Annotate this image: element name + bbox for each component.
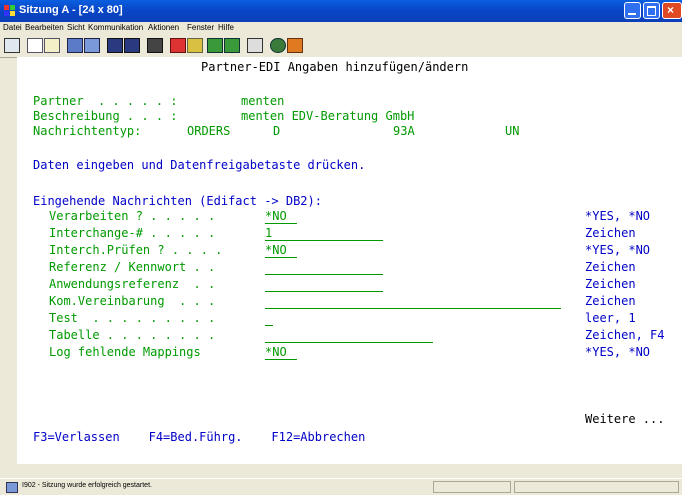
menu-fenster[interactable]: Fenster (187, 23, 214, 32)
copy-icon[interactable] (27, 38, 43, 53)
macro-icon[interactable] (147, 38, 163, 53)
field-label-test: Test . . . . . . . . . (49, 311, 216, 325)
toolbar (0, 35, 682, 58)
field-hint-verarbeiten: *YES, *NO (585, 209, 651, 223)
nachrichtentyp-label: Nachrichtentyp: (33, 124, 142, 138)
close-icon: × (667, 3, 675, 17)
clipboard-icon[interactable] (247, 38, 263, 53)
beschreibung-value: menten EDV-Beratung GmbH (241, 109, 415, 123)
partner-value: menten (241, 94, 285, 108)
function-keys: F3=Verlassen F4=Bed.Führg. F12=Abbrechen (33, 430, 366, 444)
section-title: Eingehende Nachrichten (Edifact -> DB2): (33, 194, 322, 208)
field-label-anwendungsreferenz: Anwendungsreferenz . . (49, 277, 216, 291)
field-hint-referenz: Zeichen (585, 260, 636, 274)
display-icon[interactable] (107, 38, 123, 53)
menu-hilfe[interactable]: Hilfe (218, 23, 234, 32)
menu-bar: Datei Bearbeiten Sicht Kommunikation Akt… (0, 22, 682, 35)
menu-datei[interactable]: Datei (3, 23, 22, 32)
print-icon[interactable] (4, 38, 20, 53)
menu-sicht[interactable]: Sicht (67, 23, 85, 32)
field-label-interchange: Interchange-# . . . . . (49, 226, 216, 240)
close-button[interactable]: × (662, 2, 682, 19)
field-label-interch-pruefen: Interch.Prüfen ? . . . . (49, 243, 223, 257)
status-pane-1 (433, 481, 511, 493)
field-hint-test: leer, 1 (585, 311, 636, 325)
field-hint-tabelle: Zeichen, F4 (585, 328, 665, 342)
record-icon[interactable] (170, 38, 186, 53)
interch-pruefen-input[interactable]: *NO (265, 243, 297, 258)
field-label-kom-vereinbarung: Kom.Vereinbarung . . . (49, 294, 216, 308)
more-indicator: Weitere ... (585, 412, 665, 426)
partner-label: Partner . . . . . : (33, 94, 178, 108)
field-hint-interch-pruefen: *YES, *NO (585, 243, 651, 257)
terminal-screen[interactable]: Partner-EDI Angaben hinzufügen/ändern Pa… (17, 57, 682, 464)
menu-bearbeiten[interactable]: Bearbeiten (25, 23, 64, 32)
pencil-icon[interactable] (287, 38, 303, 53)
nachrichtentyp-93a: 93A (393, 124, 415, 138)
screen-heading: Partner-EDI Angaben hinzufügen/ändern (201, 60, 469, 74)
minimize-icon (628, 13, 636, 15)
status-pane-2 (514, 481, 679, 493)
edit-icon[interactable] (224, 38, 240, 53)
anwendungsreferenz-input[interactable] (265, 277, 383, 292)
paste-icon[interactable] (44, 38, 60, 53)
nachrichtentyp-d: D (273, 124, 281, 138)
tabelle-input[interactable] (265, 328, 433, 343)
field-label-referenz: Referenz / Kennwort . . (49, 260, 216, 274)
nachrichtentyp-un: UN (505, 124, 520, 138)
receive-icon[interactable] (84, 38, 100, 53)
menu-kommunikation[interactable]: Kommunikation (88, 23, 143, 32)
menu-aktionen[interactable]: Aktionen (148, 23, 179, 32)
field-hint-interchange: Zeichen (585, 226, 636, 240)
window-title: Sitzung A - [24 x 80] (19, 4, 123, 16)
field-hint-kom-vereinbarung: Zeichen (585, 294, 636, 308)
color-icon[interactable] (270, 38, 286, 53)
send-icon[interactable] (67, 38, 83, 53)
kom-vereinbarung-input[interactable] (265, 294, 561, 309)
field-label-verarbeiten: Verarbeiten ? . . . . . (49, 209, 216, 223)
status-icon (6, 482, 18, 493)
nachrichtentyp-orders: ORDERS (187, 124, 231, 138)
minimize-button[interactable] (624, 2, 641, 19)
field-hint-log-mappings: *YES, *NO (585, 345, 651, 359)
log-mappings-input[interactable]: *NO (265, 345, 297, 360)
title-bar: Sitzung A - [24 x 80] × (0, 0, 682, 22)
maximize-button[interactable] (643, 2, 660, 19)
test-input[interactable] (265, 311, 273, 326)
status-bar: I902 - Sitzung wurde erfolgreich gestart… (0, 478, 682, 495)
instruction-text: Daten eingeben und Datenfreigabetaste dr… (33, 158, 366, 172)
interchange-input[interactable]: 1 (265, 226, 383, 241)
field-label-log-mappings: Log fehlende Mappings (49, 345, 201, 359)
play-icon[interactable] (187, 38, 203, 53)
field-hint-anwendungsreferenz: Zeichen (585, 277, 636, 291)
session-icon (4, 5, 15, 16)
beschreibung-label: Beschreibung . . . : (33, 109, 178, 123)
verarbeiten-input[interactable]: *NO (265, 209, 297, 224)
keypad-icon[interactable] (124, 38, 140, 53)
field-label-tabelle: Tabelle . . . . . . . . (49, 328, 216, 342)
maximize-icon (647, 6, 656, 16)
referenz-input[interactable] (265, 260, 383, 275)
status-message: I902 - Sitzung wurde erfolgreich gestart… (22, 482, 152, 489)
stop-icon[interactable] (207, 38, 223, 53)
